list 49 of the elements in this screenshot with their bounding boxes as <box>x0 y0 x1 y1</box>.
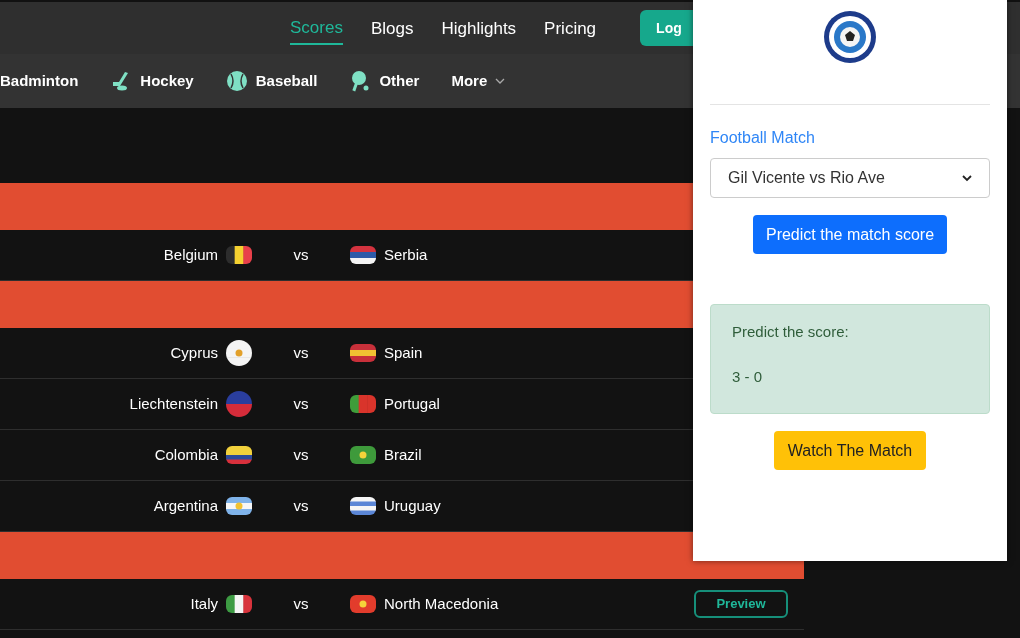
away-team: Spain <box>384 342 423 363</box>
away-team: Brazil <box>384 444 422 465</box>
sport-link[interactable]: Hockey <box>110 69 194 93</box>
sport-link[interactable]: Badminton <box>0 69 79 93</box>
flag-icon <box>350 595 376 613</box>
flag-icon <box>226 595 252 613</box>
flag-icon <box>226 446 252 464</box>
home-team: Argentina <box>153 495 218 516</box>
preview-button[interactable]: Preview <box>694 590 788 618</box>
vs-label: vs <box>293 444 309 465</box>
flag-icon <box>226 246 252 264</box>
nav-link[interactable]: Scores <box>290 11 343 45</box>
away-team: Portugal <box>384 393 440 414</box>
vs-label: vs <box>293 342 309 363</box>
chevron-down-icon <box>495 77 506 85</box>
football-logo-icon <box>823 10 877 64</box>
away-team: Uruguay <box>384 495 441 516</box>
away-team: Serbia <box>384 244 428 265</box>
vs-label: vs <box>293 495 309 516</box>
home-team: Liechtenstein <box>129 393 218 414</box>
nav-link[interactable]: Pricing <box>544 12 597 44</box>
flag-icon <box>350 246 376 264</box>
home-team: Colombia <box>154 444 218 465</box>
chevron-down-icon <box>962 174 972 182</box>
home-team: Belgium <box>163 244 218 265</box>
away-team: North Macedonia <box>384 593 499 614</box>
flag-icon <box>226 497 252 515</box>
flag-icon <box>226 391 252 417</box>
watch-button[interactable]: Watch The Match <box>773 431 927 470</box>
flag-icon <box>350 344 376 362</box>
vs-label: vs <box>293 393 309 414</box>
flag-icon <box>350 497 376 515</box>
nav-link[interactable]: Highlights <box>441 12 517 44</box>
match-row[interactable]: Italy vs North Macedonia Preview <box>0 579 804 630</box>
match-select[interactable]: Gil Vicente vs Rio Ave <box>710 158 990 198</box>
sport-link[interactable]: Other <box>349 69 420 93</box>
vs-label: vs <box>293 593 309 614</box>
nav-link[interactable]: Blogs <box>370 12 414 44</box>
sport-link[interactable]: Baseball <box>225 69 318 93</box>
baseball-icon <box>225 70 248 92</box>
sport-link[interactable]: More <box>451 69 506 93</box>
field-label: Football Match <box>710 128 815 148</box>
flag-icon <box>226 340 252 366</box>
home-team: Italy <box>190 593 218 614</box>
vs-label: vs <box>293 244 309 265</box>
flag-icon <box>350 395 376 413</box>
flag-icon <box>350 446 376 464</box>
predict-button[interactable]: Predict the match score <box>752 215 948 254</box>
home-team: Cyprus <box>170 342 218 363</box>
